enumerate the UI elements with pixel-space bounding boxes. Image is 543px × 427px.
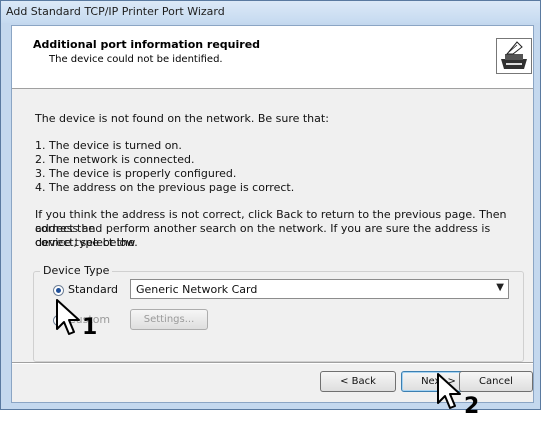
wizard-client-area: Additional port information required The… xyxy=(11,25,534,403)
window-title: Add Standard TCP/IP Printer Port Wizard xyxy=(6,5,225,18)
mouse-pointer-icon xyxy=(437,373,465,417)
header-subtitle: The device could not be identified. xyxy=(49,54,223,65)
intro-text: The device is not found on the network. … xyxy=(35,112,329,125)
chevron-down-icon: ▼ xyxy=(496,282,504,293)
select-value: Generic Network Card xyxy=(136,283,258,296)
cancel-button[interactable]: Cancel xyxy=(459,371,533,392)
step-callout-1: 1 xyxy=(82,315,98,340)
checklist-item: 2. The network is connected. xyxy=(35,153,195,166)
checklist-item: 1. The device is turned on. xyxy=(35,139,182,152)
checklist-item: 4. The address on the previous page is c… xyxy=(35,181,295,194)
standard-device-select[interactable]: Generic Network Card ▼ xyxy=(130,279,509,299)
step-callout-2: 2 xyxy=(464,394,480,419)
settings-button[interactable]: Settings... xyxy=(130,309,208,330)
device-type-legend: Device Type xyxy=(40,264,113,277)
title-bar: Add Standard TCP/IP Printer Port Wizard xyxy=(1,1,540,23)
footer-separator xyxy=(12,362,533,364)
standard-radio[interactable] xyxy=(53,285,64,296)
back-button[interactable]: < Back xyxy=(320,371,396,392)
wizard-header: Additional port information required The… xyxy=(12,26,533,89)
mouse-pointer-icon xyxy=(56,299,84,343)
radio-selected-dot xyxy=(56,288,61,293)
instructions-line: device type below. xyxy=(35,236,138,249)
standard-radio-label[interactable]: Standard xyxy=(68,283,118,296)
printer-icon xyxy=(496,38,532,74)
checklist-item: 3. The device is properly configured. xyxy=(35,167,237,180)
wizard-window: Add Standard TCP/IP Printer Port Wizard … xyxy=(0,0,541,410)
header-title: Additional port information required xyxy=(33,38,261,51)
